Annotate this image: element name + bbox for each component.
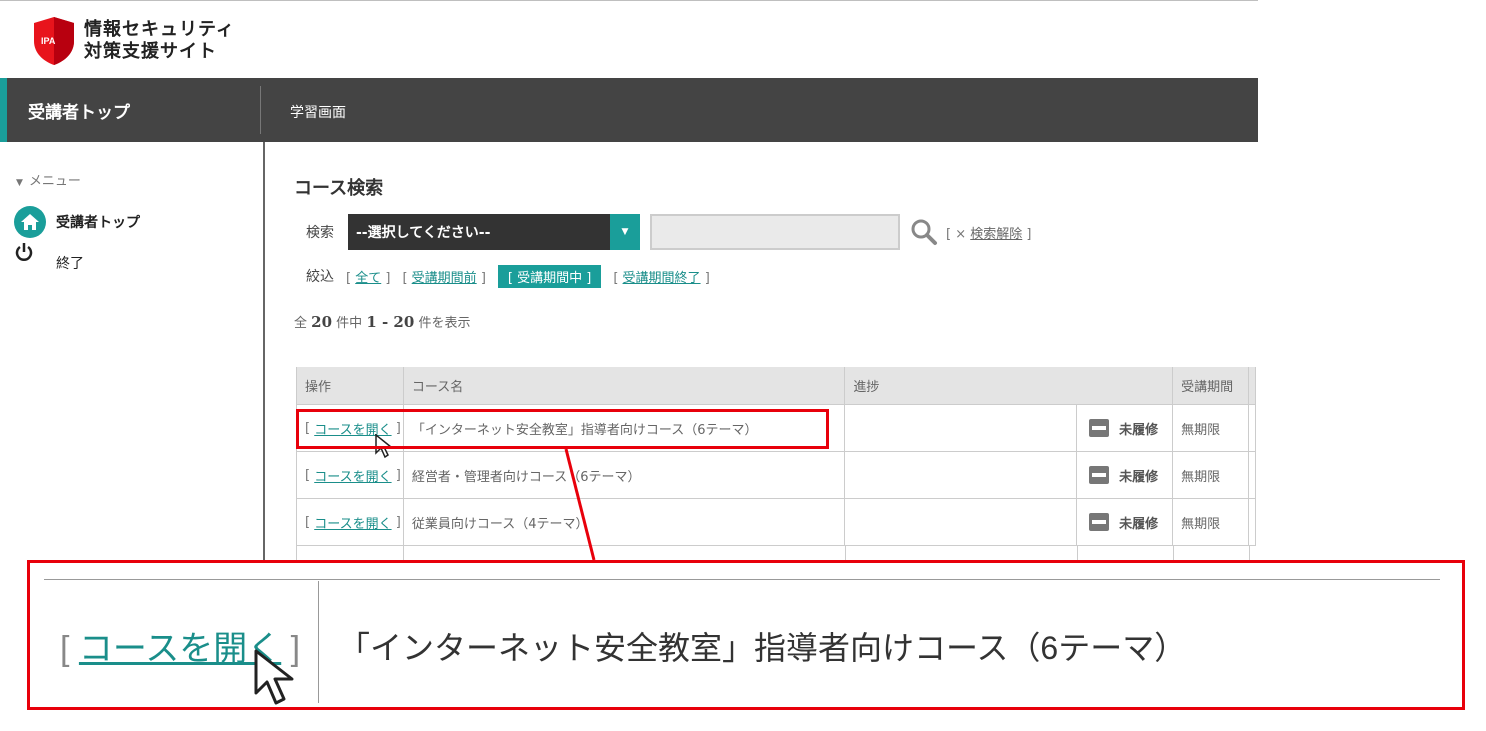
result-count: 全 20 件中 1 - 20 件を表示 bbox=[294, 312, 470, 331]
ipa-shield-icon: IPA bbox=[34, 17, 74, 65]
course-table: 操作 コース名 進捗 受講期間 [ コースを開く ] 「インターネット安全教室」… bbox=[296, 367, 1256, 560]
header-period: 受講期間 bbox=[1173, 367, 1249, 404]
row-cut bbox=[846, 546, 1078, 560]
sidebar-item-exit[interactable]: 終了 bbox=[14, 243, 84, 274]
sidebar-item-label: 受講者トップ bbox=[56, 215, 140, 231]
filter-during-active[interactable]: [ 受講期間中 ] bbox=[497, 264, 602, 288]
filter-bar: 絞込 [ 全て ] [ 受講期間前 ] [ 受講期間中 ] [ 受講期間終了 ] bbox=[306, 264, 722, 288]
header-course-name: コース名 bbox=[404, 367, 846, 404]
incomplete-status-icon bbox=[1089, 513, 1110, 531]
filter-before-link[interactable]: 受講期間前 bbox=[412, 271, 477, 286]
nav-divider bbox=[260, 86, 261, 134]
table-row bbox=[297, 546, 1256, 560]
sidebar-item-home[interactable]: 受講者トップ bbox=[14, 206, 140, 238]
table-row: [ コースを開く ] 従業員向けコース（4テーマ） 未履修 無期限 bbox=[297, 499, 1256, 546]
zoom-open-course-link[interactable]: コースを開く bbox=[79, 630, 281, 668]
row-cut bbox=[404, 546, 846, 560]
table-header: 操作 コース名 進捗 受講期間 bbox=[297, 367, 1256, 405]
row-course-name: 従業員向けコース（4テーマ） bbox=[404, 499, 846, 545]
site-title-line1: 情報セキュリティ bbox=[84, 19, 235, 40]
top-divider bbox=[0, 0, 1258, 1]
zoom-course-name: 「インターネット安全教室」指導者向けコース（6テーマ） bbox=[338, 630, 1187, 666]
row-period: 無期限 bbox=[1173, 499, 1249, 545]
clear-search-suffix: ] bbox=[1022, 226, 1032, 242]
clear-search-prefix: [ × bbox=[946, 226, 971, 242]
sidebar-divider bbox=[263, 142, 265, 562]
incomplete-status-icon bbox=[1089, 419, 1110, 437]
row-extra bbox=[1249, 405, 1256, 451]
zoom-column-divider bbox=[318, 581, 319, 703]
sidebar: ▼ メニュー 受講者トップ 終了 bbox=[0, 142, 264, 562]
open-course-link[interactable]: コースを開く bbox=[314, 513, 391, 532]
row-progress bbox=[845, 499, 1078, 545]
status-label: 未履修 bbox=[1119, 422, 1159, 438]
row-extra bbox=[1249, 499, 1256, 545]
row-period: 無期限 bbox=[1173, 405, 1249, 451]
row-course-name: 経営者・管理者向けコース（6テーマ） bbox=[404, 452, 846, 498]
count-suffix: 件を表示 bbox=[418, 316, 471, 331]
row-status: 未履修 bbox=[1077, 452, 1174, 498]
search-bar: 検索 --選択してください-- ▼ [ × 検索解除 ] bbox=[306, 214, 1031, 250]
nav-home-link[interactable]: 受講者トップ bbox=[28, 98, 130, 123]
filter-after-link[interactable]: 受講期間終了 bbox=[623, 271, 701, 286]
count-range: 1 - 20 bbox=[366, 313, 415, 331]
menu-title-label: メニュー bbox=[28, 174, 81, 189]
highlight-box-row bbox=[296, 409, 829, 449]
filter-before: [ 受講期間前 ] bbox=[402, 270, 486, 286]
page-title: コース検索 bbox=[294, 178, 384, 199]
sidebar-item-label: 終了 bbox=[56, 256, 84, 272]
nav-study-link[interactable]: 学習画面 bbox=[290, 102, 346, 122]
row-extra bbox=[1249, 452, 1256, 498]
triangle-down-icon: ▼ bbox=[16, 178, 23, 188]
row-cut bbox=[1078, 546, 1174, 560]
row-cut bbox=[1174, 546, 1250, 560]
open-course-link[interactable]: コースを開く bbox=[314, 466, 391, 485]
row-cut bbox=[297, 546, 404, 560]
header-progress: 進捗 bbox=[845, 367, 1174, 404]
row-action: [ コースを開く ] bbox=[297, 499, 404, 545]
row-status: 未履修 bbox=[1077, 499, 1174, 545]
filter-label: 絞込 bbox=[306, 269, 334, 285]
site-title-line2: 対策支援サイト bbox=[84, 41, 217, 62]
filter-all: [ 全て ] bbox=[346, 270, 391, 286]
mouse-pointer-icon bbox=[254, 649, 294, 705]
table-row: [ コースを開く ] 経営者・管理者向けコース（6テーマ） 未履修 無期限 bbox=[297, 452, 1256, 499]
zoom-callout: [ コースを開く ] 「インターネット安全教室」指導者向けコース（6テーマ） bbox=[27, 560, 1465, 710]
svg-text:IPA: IPA bbox=[41, 36, 56, 46]
power-icon bbox=[14, 242, 46, 274]
zoom-divider bbox=[44, 579, 1440, 580]
status-label: 未履修 bbox=[1119, 469, 1159, 485]
header-action: 操作 bbox=[297, 367, 404, 404]
clear-search: [ × 検索解除 ] bbox=[946, 223, 1031, 242]
site-logo[interactable]: IPA 情報セキュリティ 対策支援サイト bbox=[32, 14, 235, 68]
row-progress bbox=[845, 452, 1078, 498]
home-icon bbox=[14, 206, 46, 238]
filter-after: [ 受講期間終了 ] bbox=[613, 270, 710, 286]
header-extra bbox=[1249, 367, 1256, 404]
filter-all-link[interactable]: 全て bbox=[355, 271, 381, 286]
row-status: 未履修 bbox=[1077, 405, 1174, 451]
clear-search-link[interactable]: 検索解除 bbox=[970, 227, 1022, 242]
top-navbar: 受講者トップ 学習画面 bbox=[0, 78, 1258, 142]
incomplete-status-icon bbox=[1089, 466, 1110, 484]
menu-toggle[interactable]: ▼ メニュー bbox=[16, 170, 81, 189]
search-icon[interactable] bbox=[910, 218, 938, 246]
search-category-select[interactable]: --選択してください-- ▼ bbox=[348, 214, 640, 250]
count-mid: 件中 bbox=[336, 316, 363, 331]
chevron-down-icon[interactable]: ▼ bbox=[610, 214, 640, 250]
status-label: 未履修 bbox=[1119, 516, 1159, 532]
search-input[interactable] bbox=[650, 214, 900, 250]
select-value: --選択してください-- bbox=[356, 225, 491, 241]
row-progress bbox=[845, 405, 1078, 451]
search-label: 検索 bbox=[306, 225, 334, 241]
count-total: 20 bbox=[311, 313, 333, 331]
count-prefix: 全 bbox=[294, 316, 308, 331]
site-title: 情報セキュリティ 対策支援サイト bbox=[84, 19, 235, 63]
nav-active-accent bbox=[0, 78, 7, 142]
row-period: 無期限 bbox=[1173, 452, 1249, 498]
